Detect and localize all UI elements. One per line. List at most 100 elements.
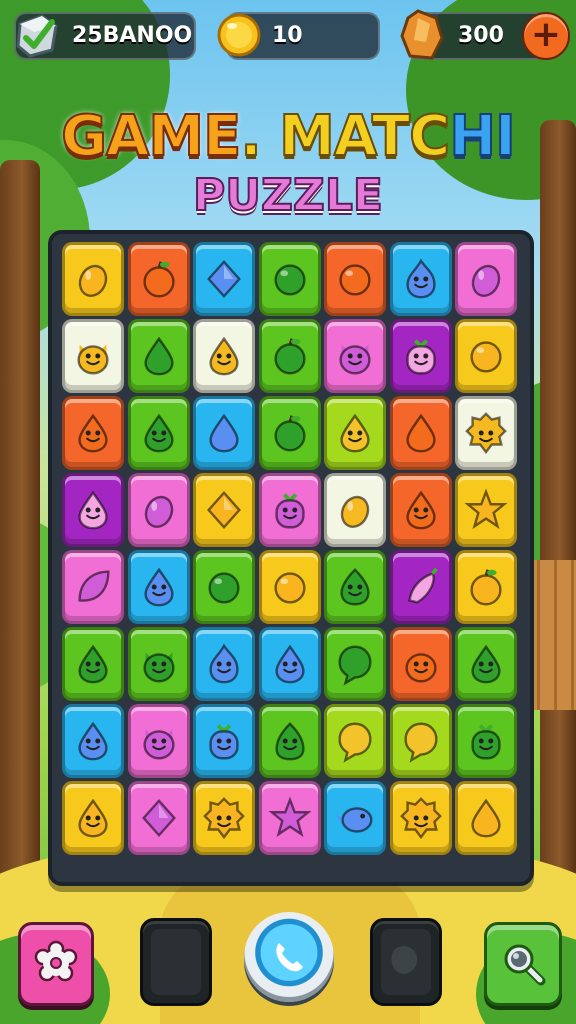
board-tile-r1-c2[interactable] bbox=[127, 242, 190, 316]
board-tile-r8-c2[interactable] bbox=[127, 781, 190, 855]
board-tile-r2-c2[interactable] bbox=[127, 319, 190, 393]
tree-trunk-left bbox=[0, 160, 40, 960]
leaf-icon bbox=[78, 570, 110, 602]
game-subtitle: PUZZLE bbox=[192, 169, 384, 222]
board-tile-r8-c5[interactable] bbox=[324, 781, 386, 855]
board-tile-r5-c3[interactable] bbox=[193, 550, 255, 624]
amber-crystal-icon bbox=[400, 9, 444, 60]
phone-icon bbox=[276, 943, 303, 972]
smiling-drop-icon bbox=[471, 644, 501, 684]
empty-slot-icon bbox=[151, 929, 201, 995]
board-tile-r6-c6[interactable] bbox=[389, 627, 452, 701]
board-tile-r1-c1[interactable] bbox=[62, 242, 124, 316]
board-tile-r1-c7[interactable] bbox=[455, 242, 517, 316]
board-tile-r5-c2[interactable] bbox=[127, 550, 190, 624]
board-tile-r4-c2[interactable] bbox=[127, 473, 190, 547]
radish-face-icon bbox=[209, 724, 239, 760]
board-tile-r5-c7[interactable] bbox=[455, 550, 517, 624]
smiling-pear-icon bbox=[143, 413, 174, 453]
board-tile-r7-c1[interactable] bbox=[62, 704, 124, 778]
search-button[interactable] bbox=[484, 922, 562, 1006]
board-tile-r5-c5[interactable] bbox=[324, 550, 386, 624]
booster-slot-1[interactable] bbox=[140, 918, 212, 1006]
gems-value: 25BANOO bbox=[72, 23, 193, 48]
gear-icon bbox=[34, 940, 78, 982]
board-tile-r2-c1[interactable] bbox=[62, 319, 124, 393]
title-dot: . bbox=[239, 103, 262, 170]
smudge-icon bbox=[391, 946, 418, 974]
board-tile-r6-c5[interactable] bbox=[324, 627, 386, 701]
cat-face-icon bbox=[404, 652, 437, 683]
board-tile-r3-c5[interactable] bbox=[324, 396, 386, 470]
diamond-icon bbox=[207, 259, 241, 299]
booster-slot-2[interactable] bbox=[370, 918, 442, 1006]
board-tile-r3-c7[interactable] bbox=[455, 396, 517, 470]
board-tile-r7-c3[interactable] bbox=[193, 704, 255, 778]
cat-face-icon bbox=[339, 344, 371, 375]
board-tile-r7-c7[interactable] bbox=[455, 704, 517, 778]
board-tile-r3-c3[interactable] bbox=[193, 396, 255, 470]
game-title: GAME. MATCHI bbox=[0, 103, 576, 170]
board-tile-r5-c6[interactable] bbox=[389, 550, 452, 624]
board-tile-r8-c4[interactable] bbox=[258, 781, 321, 855]
board-tile-r6-c4[interactable] bbox=[258, 627, 321, 701]
mango-icon bbox=[144, 495, 173, 528]
board-tile-r1-c4[interactable] bbox=[258, 242, 321, 316]
board-tile-r6-c1[interactable] bbox=[62, 627, 124, 701]
checkbox-gem-icon bbox=[16, 14, 58, 58]
board-tile-r2-c3[interactable] bbox=[193, 319, 255, 393]
board-tile-r3-c1[interactable] bbox=[62, 396, 124, 470]
board-tile-r7-c5[interactable] bbox=[324, 704, 386, 778]
board-tile-r8-c3[interactable] bbox=[193, 781, 255, 855]
board-tile-r5-c4[interactable] bbox=[258, 550, 321, 624]
magnifier-icon bbox=[504, 944, 546, 986]
board-tile-r3-c2[interactable] bbox=[127, 396, 190, 470]
board-tile-r7-c6[interactable] bbox=[389, 704, 452, 778]
board-tile-r3-c6[interactable] bbox=[389, 396, 452, 470]
board-tile-r4-c3[interactable] bbox=[193, 473, 255, 547]
board-tile-r5-c1[interactable] bbox=[62, 550, 124, 624]
call-button[interactable] bbox=[244, 912, 334, 1002]
board-tile-r4-c1[interactable] bbox=[62, 473, 124, 547]
coins-counter: 10 bbox=[217, 12, 380, 60]
board-tile-r4-c5[interactable] bbox=[324, 473, 386, 547]
board-tile-r4-c4[interactable] bbox=[258, 473, 321, 547]
board-tile-r4-c7[interactable] bbox=[455, 473, 517, 547]
board-tile-r1-c3[interactable] bbox=[193, 242, 255, 316]
board-tile-r8-c7[interactable] bbox=[455, 781, 517, 855]
board-tile-r2-c4[interactable] bbox=[258, 319, 321, 393]
crystal-value: 300 bbox=[458, 23, 504, 48]
gems-counter: 25BANOO bbox=[14, 12, 196, 60]
title-word-game: GAME bbox=[60, 103, 242, 170]
title-word-matc: MATC bbox=[260, 103, 451, 170]
board-tile-r7-c4[interactable] bbox=[258, 704, 321, 778]
board-tile-r7-c2[interactable] bbox=[127, 704, 190, 778]
apple-icon bbox=[142, 261, 175, 298]
board-tile-r6-c2[interactable] bbox=[127, 627, 190, 701]
board-tile-r8-c6[interactable] bbox=[389, 781, 452, 855]
diamond-icon bbox=[207, 490, 241, 530]
tile-grid bbox=[62, 242, 517, 855]
plus-icon: + bbox=[530, 14, 562, 55]
board-tile-r3-c4[interactable] bbox=[258, 396, 321, 470]
board-tile-r2-c6[interactable] bbox=[389, 319, 452, 393]
board-tile-r6-c7[interactable] bbox=[455, 627, 517, 701]
coin-icon bbox=[217, 13, 261, 57]
board-tile-r4-c6[interactable] bbox=[389, 473, 452, 547]
diamond-icon bbox=[141, 798, 176, 838]
board-tile-r2-c7[interactable] bbox=[455, 319, 517, 393]
tree-trunk-right bbox=[540, 120, 576, 940]
smiling-drop-icon bbox=[78, 798, 108, 838]
chat-bubble-icon bbox=[338, 645, 372, 686]
settings-button[interactable] bbox=[18, 922, 94, 1006]
smiling-drop-icon bbox=[274, 644, 305, 684]
board-tile-r8-c1[interactable] bbox=[62, 781, 124, 855]
board-tile-r1-c5[interactable] bbox=[324, 242, 386, 316]
board-tile-r1-c6[interactable] bbox=[389, 242, 452, 316]
smiling-drop-icon bbox=[405, 490, 436, 530]
board-tile-r6-c3[interactable] bbox=[193, 627, 255, 701]
board-tile-r2-c5[interactable] bbox=[324, 319, 386, 393]
add-currency-button[interactable]: + bbox=[522, 12, 570, 60]
green-fruit-icon bbox=[273, 264, 306, 296]
apple-icon bbox=[273, 415, 306, 452]
